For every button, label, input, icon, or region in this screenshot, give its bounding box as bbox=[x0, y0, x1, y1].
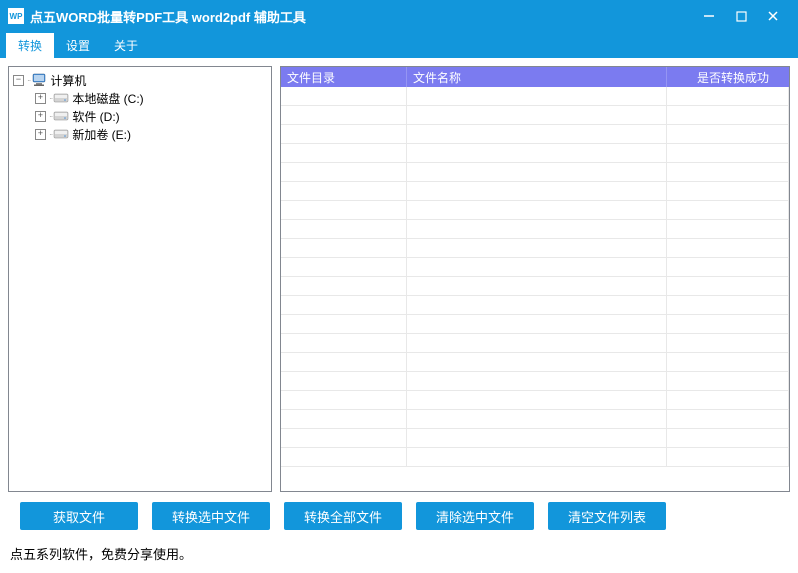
folder-tree-panel[interactable]: − ·· 计算机 + ·· 本地磁盘 (C:) + ·· bbox=[8, 66, 272, 492]
tree-root-label: 计算机 bbox=[50, 72, 86, 89]
menu-about[interactable]: 关于 bbox=[102, 33, 150, 58]
tree-root-computer[interactable]: − ·· 计算机 bbox=[13, 71, 267, 89]
table-row[interactable] bbox=[281, 144, 789, 163]
tree-expand-icon[interactable]: + bbox=[35, 93, 46, 104]
tree-collapse-icon[interactable]: − bbox=[13, 75, 24, 86]
tree-connector: ·· bbox=[49, 130, 52, 139]
window-controls bbox=[702, 9, 790, 23]
tree-connector: ·· bbox=[49, 112, 52, 121]
table-row[interactable] bbox=[281, 201, 789, 220]
close-button[interactable] bbox=[766, 9, 780, 23]
content-area: − ·· 计算机 + ·· 本地磁盘 (C:) + ·· bbox=[0, 58, 798, 500]
convert-selected-button[interactable]: 转换选中文件 bbox=[152, 502, 270, 530]
table-row[interactable] bbox=[281, 182, 789, 201]
column-header-dir[interactable]: 文件目录 bbox=[281, 67, 407, 87]
table-row[interactable] bbox=[281, 448, 789, 467]
clear-list-button[interactable]: 清空文件列表 bbox=[548, 502, 666, 530]
table-row[interactable] bbox=[281, 353, 789, 372]
tree-drive-item[interactable]: + ·· 软件 (D:) bbox=[21, 107, 267, 125]
minimize-button[interactable] bbox=[702, 9, 716, 23]
table-row[interactable] bbox=[281, 372, 789, 391]
computer-icon bbox=[31, 73, 47, 87]
table-row[interactable] bbox=[281, 163, 789, 182]
maximize-button[interactable] bbox=[734, 9, 748, 23]
drive-icon bbox=[53, 109, 69, 123]
tree-expand-icon[interactable]: + bbox=[35, 129, 46, 140]
clear-selected-button[interactable]: 清除选中文件 bbox=[416, 502, 534, 530]
table-row[interactable] bbox=[281, 87, 789, 106]
tree-connector: ·· bbox=[27, 76, 30, 85]
drive-icon bbox=[53, 127, 69, 141]
column-header-name[interactable]: 文件名称 bbox=[407, 67, 667, 87]
table-row[interactable] bbox=[281, 410, 789, 429]
table-row[interactable] bbox=[281, 296, 789, 315]
tree-drive-label: 软件 (D:) bbox=[72, 108, 119, 125]
status-text: 点五系列软件，免费分享使用。 bbox=[0, 538, 798, 573]
window-title: 点五WORD批量转PDF工具 word2pdf 辅助工具 bbox=[30, 7, 702, 26]
table-row[interactable] bbox=[281, 334, 789, 353]
table-header: 文件目录 文件名称 是否转换成功 bbox=[281, 67, 789, 87]
tree-drive-item[interactable]: + ·· 新加卷 (E:) bbox=[21, 125, 267, 143]
tree-connector: ·· bbox=[49, 94, 52, 103]
menubar: 转换 设置 关于 bbox=[0, 32, 798, 58]
app-icon: WP bbox=[8, 8, 24, 24]
table-row[interactable] bbox=[281, 220, 789, 239]
table-row[interactable] bbox=[281, 258, 789, 277]
tree-drive-item[interactable]: + ·· 本地磁盘 (C:) bbox=[21, 89, 267, 107]
table-row[interactable] bbox=[281, 239, 789, 258]
column-header-status[interactable]: 是否转换成功 bbox=[667, 67, 789, 87]
table-row[interactable] bbox=[281, 106, 789, 125]
menu-convert[interactable]: 转换 bbox=[6, 33, 54, 58]
table-row[interactable] bbox=[281, 277, 789, 296]
table-row[interactable] bbox=[281, 429, 789, 448]
table-row[interactable] bbox=[281, 315, 789, 334]
convert-all-button[interactable]: 转换全部文件 bbox=[284, 502, 402, 530]
table-body[interactable] bbox=[281, 87, 789, 491]
get-files-button[interactable]: 获取文件 bbox=[20, 502, 138, 530]
titlebar: WP 点五WORD批量转PDF工具 word2pdf 辅助工具 bbox=[0, 0, 798, 32]
tree-expand-icon[interactable]: + bbox=[35, 111, 46, 122]
table-row[interactable] bbox=[281, 125, 789, 144]
drive-icon bbox=[53, 91, 69, 105]
file-table-panel: 文件目录 文件名称 是否转换成功 bbox=[280, 66, 790, 492]
tree-drive-label: 本地磁盘 (C:) bbox=[72, 90, 143, 107]
tree-drive-label: 新加卷 (E:) bbox=[72, 126, 131, 143]
menu-settings[interactable]: 设置 bbox=[54, 33, 102, 58]
button-bar: 获取文件 转换选中文件 转换全部文件 清除选中文件 清空文件列表 bbox=[0, 500, 798, 538]
table-row[interactable] bbox=[281, 391, 789, 410]
